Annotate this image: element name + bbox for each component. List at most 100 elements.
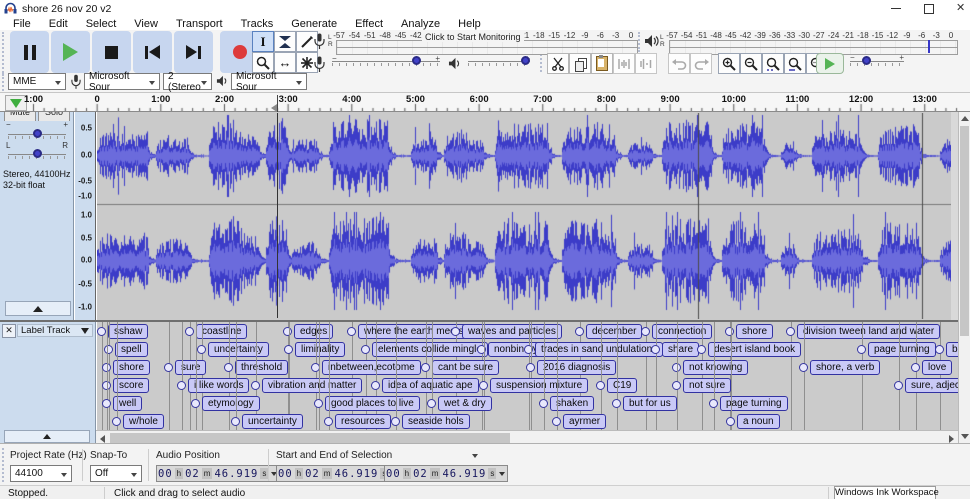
- label[interactable]: liminality: [295, 342, 345, 357]
- label[interactable]: threshold: [235, 360, 288, 375]
- chevron-down-icon[interactable]: [499, 472, 505, 476]
- monitoring-hint[interactable]: Click to Start Monitoring: [422, 32, 524, 42]
- trim-audio-button[interactable]: [613, 53, 635, 74]
- label-handle[interactable]: [185, 327, 194, 336]
- project-rate-select[interactable]: 44100: [10, 465, 72, 482]
- label-handle[interactable]: [697, 345, 706, 354]
- label[interactable]: waves and particles: [462, 324, 562, 339]
- label[interactable]: edges: [294, 324, 333, 339]
- label-handle[interactable]: [104, 345, 113, 354]
- label-handle[interactable]: [596, 381, 605, 390]
- label-handle[interactable]: [361, 345, 370, 354]
- label-handle[interactable]: [935, 345, 944, 354]
- label-handle[interactable]: [612, 399, 621, 408]
- menu-tracks[interactable]: Tracks: [232, 18, 283, 30]
- zoom-in-button[interactable]: [718, 53, 740, 74]
- label-handle[interactable]: [191, 399, 200, 408]
- waveform-canvas[interactable]: [97, 113, 951, 319]
- minimize-button[interactable]: [891, 8, 901, 9]
- label[interactable]: uncertainty: [242, 414, 303, 429]
- label[interactable]: elements collide mingle: [372, 342, 488, 357]
- pause-button[interactable]: [10, 31, 49, 73]
- label-track[interactable]: sshawcoastlineedgeswhere the earth meets…: [97, 322, 958, 430]
- label-handle[interactable]: [911, 363, 920, 372]
- label[interactable]: shore: [113, 360, 150, 375]
- label[interactable]: sure: [175, 360, 206, 375]
- playback-meter[interactable]: LR -57-54-51-48-45-42-39-36-33-30-27-24-…: [643, 31, 958, 52]
- menu-edit[interactable]: Edit: [40, 18, 77, 30]
- audio-track-control-panel[interactable]: Mute Solo − + L R Stereo, 44100Hz 32-bit…: [0, 112, 74, 320]
- label[interactable]: wet & dry: [438, 396, 492, 411]
- label[interactable]: seaside hols: [402, 414, 470, 429]
- time-digits[interactable]: 46.919: [333, 468, 379, 480]
- label[interactable]: not sure: [683, 378, 731, 393]
- label-handle[interactable]: [391, 417, 400, 426]
- transport-toolbar-grip[interactable]: [2, 32, 7, 76]
- label-handle[interactable]: [112, 417, 121, 426]
- label-handle[interactable]: [479, 381, 488, 390]
- edit-toolbar-grip[interactable]: [540, 54, 545, 72]
- label[interactable]: but for us: [623, 396, 677, 411]
- label[interactable]: w/hole: [123, 414, 164, 429]
- label-track-control-panel[interactable]: ✕ Label Track: [0, 322, 96, 443]
- label-handle[interactable]: [97, 327, 106, 336]
- vertical-scrollbar[interactable]: [958, 112, 970, 443]
- label-handle[interactable]: [575, 327, 584, 336]
- audio-host-select[interactable]: MME: [8, 73, 66, 90]
- label-handle[interactable]: [526, 363, 535, 372]
- pan-slider[interactable]: L R: [8, 146, 66, 155]
- windows-ink-workspace[interactable]: Windows Ink Workspace: [834, 486, 936, 499]
- label[interactable]: a noun: [737, 414, 780, 429]
- zoom-out-button[interactable]: [740, 53, 762, 74]
- recording-meter[interactable]: LR -57-54-51-48-45-42-39-36-33-30-27-24-…: [312, 31, 638, 52]
- label[interactable]: uncertainty: [208, 342, 269, 357]
- silence-audio-button[interactable]: [635, 53, 657, 74]
- menu-transport[interactable]: Transport: [167, 18, 232, 30]
- label-handle[interactable]: [651, 345, 660, 354]
- label[interactable]: connection: [652, 324, 712, 339]
- menu-select[interactable]: Select: [77, 18, 126, 30]
- recording-device-select[interactable]: Microsoft Sour: [84, 73, 160, 90]
- label[interactable]: shore, a verb: [810, 360, 880, 375]
- label-handle[interactable]: [197, 345, 206, 354]
- label[interactable]: division tween land and water: [797, 324, 940, 339]
- track-collapse-button[interactable]: [5, 301, 71, 316]
- vertical-scrollbar-thumb[interactable]: [960, 126, 969, 336]
- label[interactable]: be: [946, 342, 958, 357]
- label[interactable]: vibration and matter: [262, 378, 362, 393]
- redo-button[interactable]: [690, 53, 712, 74]
- label-handle[interactable]: [421, 363, 430, 372]
- snap-to-select[interactable]: Off: [90, 465, 142, 482]
- label[interactable]: score: [113, 378, 149, 393]
- horizontal-scrollbar-thumb[interactable]: [110, 433, 510, 443]
- device-toolbar-grip[interactable]: [2, 73, 7, 91]
- label-handle[interactable]: [177, 381, 186, 390]
- label-handle[interactable]: [709, 399, 718, 408]
- label-handle[interactable]: [224, 363, 233, 372]
- label-handle[interactable]: [725, 327, 734, 336]
- playback-device-select[interactable]: Microsoft Sour: [231, 73, 307, 90]
- menu-view[interactable]: View: [125, 18, 167, 30]
- undo-button[interactable]: [668, 53, 690, 74]
- skip-to-end-button[interactable]: [174, 31, 213, 73]
- scroll-down-icon[interactable]: [961, 434, 969, 439]
- timeline-ruler[interactable]: 1:0001:002:003:004:005:006:007:008:009:0…: [0, 93, 970, 112]
- menu-effect[interactable]: Effect: [346, 18, 392, 30]
- recording-channels-select[interactable]: 2 (Stereo: [163, 73, 212, 90]
- label-handle[interactable]: [799, 363, 808, 372]
- selection-end-field[interactable]: 00h02m46.919s: [384, 465, 508, 482]
- label[interactable]: sure, adjective: [905, 378, 958, 393]
- label[interactable]: traces in sand undulations: [535, 342, 663, 357]
- label[interactable]: suspension mixture: [490, 378, 588, 393]
- label-handle[interactable]: [427, 399, 436, 408]
- label-handle[interactable]: [894, 381, 903, 390]
- menu-generate[interactable]: Generate: [282, 18, 346, 30]
- time-digits[interactable]: 00: [277, 468, 294, 480]
- maximize-button[interactable]: [924, 4, 934, 14]
- time-digits[interactable]: 00: [157, 468, 174, 480]
- time-digits[interactable]: 00: [385, 468, 402, 480]
- playback-volume-slider[interactable]: +: [468, 61, 530, 62]
- label-handle[interactable]: [786, 327, 795, 336]
- label[interactable]: C19: [607, 378, 637, 393]
- time-digits[interactable]: 46.919: [441, 468, 487, 480]
